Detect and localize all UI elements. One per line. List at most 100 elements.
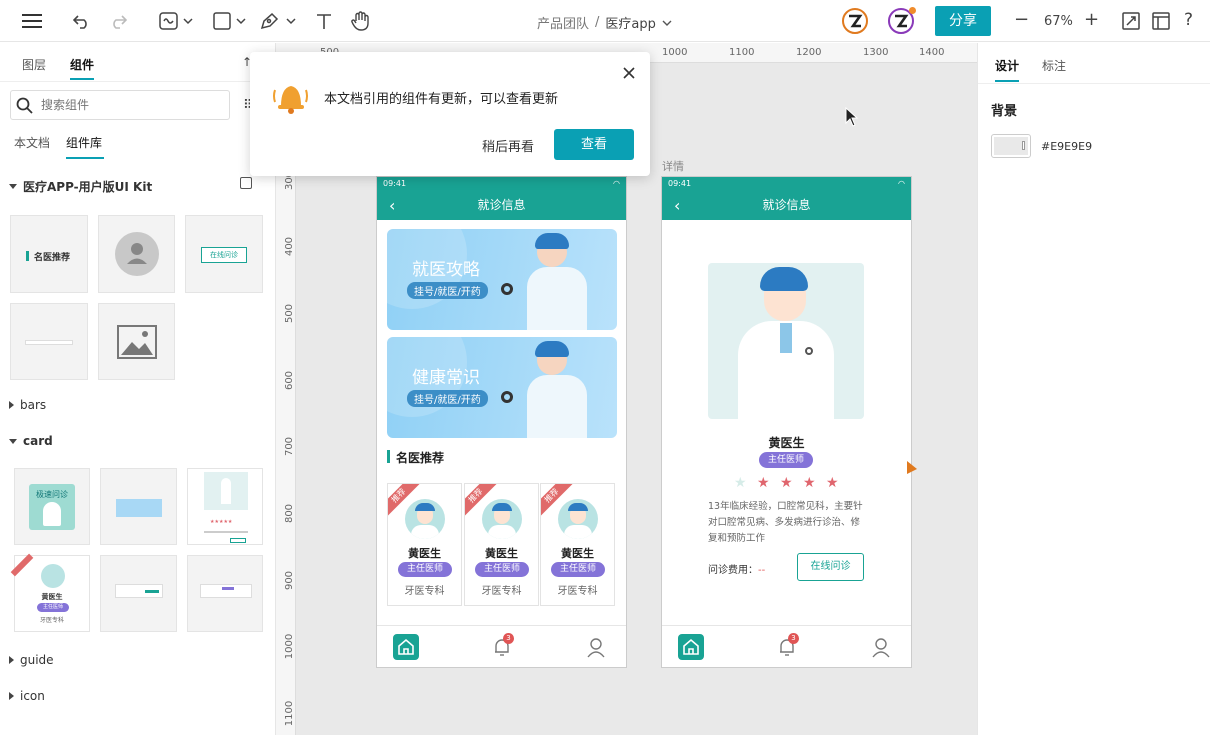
section-guide[interactable]: guide (9, 653, 54, 667)
breadcrumb-team[interactable]: 产品团队 (537, 13, 589, 32)
background-section-title: 背景 (991, 104, 1018, 119)
close-icon[interactable] (623, 67, 635, 79)
thumb-card-doctor[interactable]: 黄医生 主任医师 牙医专科 (10, 553, 90, 632)
view-button[interactable]: 查看 (554, 129, 634, 160)
ruler-label: 1000 (662, 47, 688, 58)
expand-icon (9, 401, 14, 409)
ruler-label: 1100 (284, 700, 296, 727)
thumb-search-bar[interactable] (10, 303, 88, 380)
rating-stars: ★ ★ ★ ★ ★ (734, 475, 839, 490)
help-button[interactable]: ? (1184, 10, 1193, 30)
tab-underline (995, 80, 1019, 82)
tab-layers[interactable]: 图层 (22, 56, 46, 73)
thumb-label: 名医推荐 (34, 253, 71, 263)
home-icon[interactable] (393, 634, 419, 660)
frame-label[interactable]: 详情 (662, 158, 684, 174)
doctor-card[interactable]: 推荐 黄医生 主任医师 牙医专科 (387, 483, 462, 606)
kit-header[interactable]: 医疗APP-用户版UI Kit (9, 178, 152, 195)
subtab-underline (66, 157, 104, 159)
bell-icon[interactable]: 3 (491, 633, 514, 661)
rect-tool-icon[interactable] (210, 9, 250, 33)
thumb-consult-button[interactable]: 在线问诊 (185, 215, 263, 293)
thumb-image[interactable] (98, 303, 175, 380)
back-icon[interactable]: ‹ (674, 191, 680, 220)
subtab-library[interactable]: 组件库 (66, 134, 102, 151)
profile-icon[interactable] (585, 636, 607, 661)
thumb-card-doctor-detail[interactable]: ★★★★★ (187, 468, 263, 545)
project-name[interactable]: 医疗app (605, 13, 655, 32)
thumb-avatar[interactable] (98, 215, 175, 293)
section-label: guide (20, 653, 54, 667)
nav-bar: ‹ 就诊信息 (662, 191, 911, 220)
fullscreen-icon[interactable] (1120, 9, 1142, 33)
status-time: 09:41 (383, 179, 407, 188)
chevron-down-icon[interactable] (662, 19, 672, 27)
banner-guide[interactable]: 就医攻略 挂号/就医/开药 (387, 229, 617, 330)
ruler-label: 1000 (284, 633, 296, 660)
back-icon[interactable]: ‹ (389, 191, 395, 220)
later-button[interactable]: 稍后再看 (482, 136, 534, 155)
status-bar: 09:41 ◠ (662, 177, 911, 191)
hand-tool-icon[interactable] (348, 9, 372, 33)
ruler-label: 400 (284, 236, 296, 257)
rating-star-icon: ★ (826, 475, 839, 490)
ruler-label: 1200 (796, 47, 822, 58)
section-card[interactable]: card (9, 434, 53, 448)
doctor-avatar (558, 499, 598, 539)
text-tool-icon[interactable] (312, 9, 336, 33)
comment-icon[interactable] (240, 177, 252, 189)
zoom-in-button[interactable]: + (1084, 9, 1099, 30)
tab-design[interactable]: 设计 (995, 57, 1019, 74)
home-icon[interactable] (678, 634, 704, 660)
thumb-label: 在线问诊 (201, 247, 247, 263)
doctor-card[interactable]: 推荐 黄医生 主任医师 牙医专科 (464, 483, 539, 606)
breadcrumb[interactable]: 产品团队 / 医疗app (537, 13, 672, 32)
zoom-level[interactable]: 67% (1044, 14, 1073, 29)
thumb-card-fast-consult[interactable]: 极速问诊 (14, 468, 90, 545)
menu-icon[interactable] (20, 9, 44, 33)
section-icon[interactable]: icon (9, 689, 45, 703)
mouse-cursor-icon (845, 107, 859, 127)
bell-icon[interactable]: 3 (776, 633, 799, 661)
avatar[interactable] (842, 8, 868, 34)
layout-panel-icon[interactable] (1150, 9, 1172, 33)
banner-health[interactable]: 健康常识 挂号/就医/开药 (387, 337, 617, 438)
doctor-title-tag: 主任医师 (398, 562, 452, 577)
bg-color-hex[interactable]: #E9E9E9 (1041, 140, 1092, 153)
profile-icon[interactable] (870, 636, 892, 661)
undo-icon[interactable] (70, 9, 94, 33)
doctor-name: 黄医生 (768, 436, 805, 450)
section-title: 名医推荐 (396, 451, 445, 465)
thumb-doctor-title[interactable]: 名医推荐 (10, 215, 88, 293)
tab-bar: 3 (377, 625, 626, 667)
subtab-this-document[interactable]: 本文档 (14, 134, 50, 151)
share-button[interactable]: 分享 (935, 6, 991, 36)
redo-icon[interactable] (106, 9, 130, 33)
zoom-out-button[interactable]: − (1014, 9, 1029, 30)
frame-tool-icon[interactable] (156, 9, 196, 33)
expand-icon (9, 656, 14, 664)
tab-annotate[interactable]: 标注 (1042, 57, 1066, 74)
tab-components[interactable]: 组件 (70, 56, 94, 73)
phone-frame-detail[interactable]: 09:41 ◠ ‹ 就诊信息 黄医生 主任医师 ★ ★ ★ ★ ★ 13年临床经验，口腔… (661, 176, 912, 668)
avatar[interactable] (888, 7, 916, 34)
status-time: 09:41 (668, 179, 692, 188)
thumb-card-list[interactable] (100, 555, 177, 632)
phone-frame-home[interactable]: 09:41 ◠ ‹ 就诊信息 就医攻略 挂号/就医/开药 健康常识 挂号/就医/… (376, 176, 627, 668)
nav-title: 就诊信息 (477, 198, 526, 212)
search-box[interactable] (10, 90, 230, 120)
doctor-card[interactable]: 推荐 黄医生 主任医师 牙医专科 (540, 483, 615, 606)
ruler-label: 1300 (863, 47, 889, 58)
doctor-title-tag: 主任医师 (759, 452, 813, 468)
section-bars[interactable]: bars (9, 398, 46, 412)
thumb-card-banner[interactable] (100, 468, 177, 545)
pen-tool-icon[interactable] (258, 9, 300, 33)
status-bar: 09:41 ◠ (377, 177, 626, 191)
thumb-card-list-2[interactable] (187, 555, 263, 632)
collapse-icon (9, 184, 17, 189)
rating-star-icon: ★ (780, 475, 793, 490)
expand-icon (9, 692, 14, 700)
bg-color-swatch[interactable] (991, 134, 1031, 158)
online-consult-button[interactable]: 在线问诊 (797, 553, 864, 581)
search-input[interactable] (41, 96, 221, 114)
